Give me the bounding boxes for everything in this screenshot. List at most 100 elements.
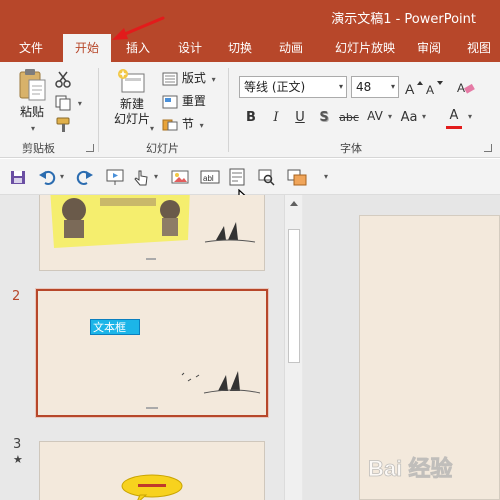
copy-icon xyxy=(55,95,71,110)
new-slide-icon xyxy=(118,69,145,93)
change-case-button[interactable]: Aa xyxy=(398,108,420,128)
quick-access-toolbar: ▾ ▾ abl ▾ xyxy=(0,159,500,210)
section-button[interactable]: 节 ▾ xyxy=(162,114,204,134)
tab-home[interactable]: 开始 xyxy=(63,34,111,62)
section-icon xyxy=(162,119,178,130)
layout-button[interactable]: 版式 ▾ xyxy=(162,68,216,88)
find-icon[interactable] xyxy=(257,167,275,187)
slide-thumbnail-1[interactable] xyxy=(39,195,265,271)
scroll-up-arrow-icon[interactable] xyxy=(285,195,303,213)
scissors-icon xyxy=(55,71,71,88)
baidu-watermark: Bai 经验 xyxy=(368,456,453,482)
window-title: 演示文稿1 - PowerPoint xyxy=(331,12,476,27)
font-size-value: 48 xyxy=(356,80,372,94)
character-spacing-button[interactable]: AV xyxy=(364,106,386,126)
tab-design[interactable]: 设计 xyxy=(168,34,212,62)
chevron-down-icon: ▾ xyxy=(30,124,35,133)
screenshot-icon[interactable] xyxy=(287,167,307,187)
new-slide-label-1: 新建 xyxy=(119,97,144,111)
slide-3-artwork xyxy=(121,474,183,500)
eraser-icon: A xyxy=(457,81,475,95)
touch-mode-icon[interactable] xyxy=(132,167,150,187)
slide-thumbnail-2[interactable]: 文本框 xyxy=(36,289,268,417)
tab-file[interactable]: 文件 xyxy=(10,34,52,62)
chevron-down-icon: ▾ xyxy=(60,172,65,181)
paste-button[interactable]: 粘贴 ▾ xyxy=(14,68,50,134)
reset-icon xyxy=(162,95,178,108)
ribbon-tabs: 文件 开始 插入 设计 切换 动画 幻灯片放映 审阅 视图 xyxy=(0,34,500,62)
tab-slideshow[interactable]: 幻灯片放映 xyxy=(320,34,410,62)
svg-text:A: A xyxy=(405,81,415,97)
watermark-text: Bai 经验 xyxy=(368,456,452,481)
text-field-icon[interactable]: abl xyxy=(200,167,220,187)
section-label: 节 xyxy=(181,117,194,131)
character-spacing-label: AV xyxy=(367,109,383,123)
paste-icon xyxy=(19,69,46,101)
slide-number-3: 3 xyxy=(13,437,22,452)
chevron-down-icon: ▾ xyxy=(199,121,204,130)
undo-icon[interactable] xyxy=(38,167,56,187)
svg-text:abl: abl xyxy=(203,174,214,183)
chevron-down-icon: ▾ xyxy=(390,82,395,91)
font-color-button[interactable]: A xyxy=(444,106,464,129)
tab-animations[interactable]: 动画 xyxy=(268,34,314,62)
slide-2-artwork xyxy=(146,371,261,409)
grow-font-icon: A xyxy=(405,80,423,97)
red-arrow-annotation xyxy=(112,16,165,40)
slides-group-label: 幻灯片 xyxy=(146,142,179,155)
font-launcher-icon[interactable] xyxy=(484,144,492,152)
tab-view[interactable]: 视图 xyxy=(457,34,500,62)
chevron-down-icon: ▾ xyxy=(154,172,159,181)
underline-button[interactable]: U xyxy=(292,108,308,128)
shrink-font-icon: A xyxy=(426,80,443,97)
copy-button[interactable]: ▾ xyxy=(54,92,82,112)
font-name-value: 等线 (正文) xyxy=(244,80,306,94)
picture-icon[interactable] xyxy=(170,167,190,187)
layout-label: 版式 xyxy=(181,71,206,85)
group-divider xyxy=(98,68,99,152)
strikethrough-button[interactable]: abc xyxy=(337,108,361,128)
scrollbar-thumb[interactable] xyxy=(288,229,300,363)
form-icon[interactable] xyxy=(228,167,246,187)
reset-label: 重置 xyxy=(181,94,206,108)
font-name-combo[interactable]: 等线 (正文) ▾ xyxy=(239,76,347,98)
chevron-down-icon: ▾ xyxy=(211,75,216,84)
animation-star-icon: ★ xyxy=(13,453,23,466)
text-shadow-button[interactable]: S xyxy=(316,108,332,128)
chevron-down-icon: ▾ xyxy=(338,82,343,91)
tab-review[interactable]: 审阅 xyxy=(407,34,451,62)
clipboard-launcher-icon[interactable] xyxy=(86,144,94,152)
start-slideshow-icon[interactable] xyxy=(106,167,126,187)
cut-button[interactable] xyxy=(54,68,72,88)
new-slide-button[interactable]: 新建 幻灯片 xyxy=(106,68,158,127)
clear-formatting-button[interactable]: A xyxy=(456,77,476,97)
font-group-label: 字体 xyxy=(340,142,362,155)
chevron-down-icon: ▾ xyxy=(388,112,393,121)
font-color-swatch xyxy=(446,126,462,129)
font-size-combo[interactable]: 48 ▾ xyxy=(351,76,399,98)
slide-number-2: 2 xyxy=(12,289,21,304)
layout-icon xyxy=(162,72,178,85)
thumbnails-scrollbar[interactable] xyxy=(284,195,302,500)
customize-toolbar-icon[interactable]: ▾ xyxy=(324,172,328,181)
bold-button[interactable]: B xyxy=(243,108,259,128)
reset-button[interactable]: 重置 xyxy=(162,91,206,111)
format-painter-button[interactable] xyxy=(54,114,72,134)
slide-thumbnail-3[interactable] xyxy=(39,441,265,500)
svg-text:A: A xyxy=(457,81,465,95)
tab-transitions[interactable]: 切换 xyxy=(218,34,262,62)
paste-label: 粘贴 xyxy=(19,105,44,119)
chevron-down-icon: ▾ xyxy=(422,112,427,121)
ribbon: 粘贴 ▾ ▾ 剪贴板 新建 幻灯片 ▾ 版式 ▾ 重置 节 ▾ 幻灯片 等线 (… xyxy=(0,62,500,158)
chevron-down-icon: ▾ xyxy=(150,124,155,133)
svg-text:A: A xyxy=(426,83,434,97)
chevron-down-icon: ▾ xyxy=(468,112,473,121)
redo-icon[interactable] xyxy=(76,167,94,187)
decrease-font-size-button[interactable]: A xyxy=(425,77,445,97)
save-icon[interactable] xyxy=(10,167,26,187)
increase-font-size-button[interactable]: A xyxy=(404,77,424,97)
clipboard-group-label: 剪贴板 xyxy=(22,142,55,155)
chevron-down-icon: ▾ xyxy=(77,99,82,108)
slide-1-artwork xyxy=(50,195,256,260)
italic-button[interactable]: I xyxy=(268,108,284,128)
